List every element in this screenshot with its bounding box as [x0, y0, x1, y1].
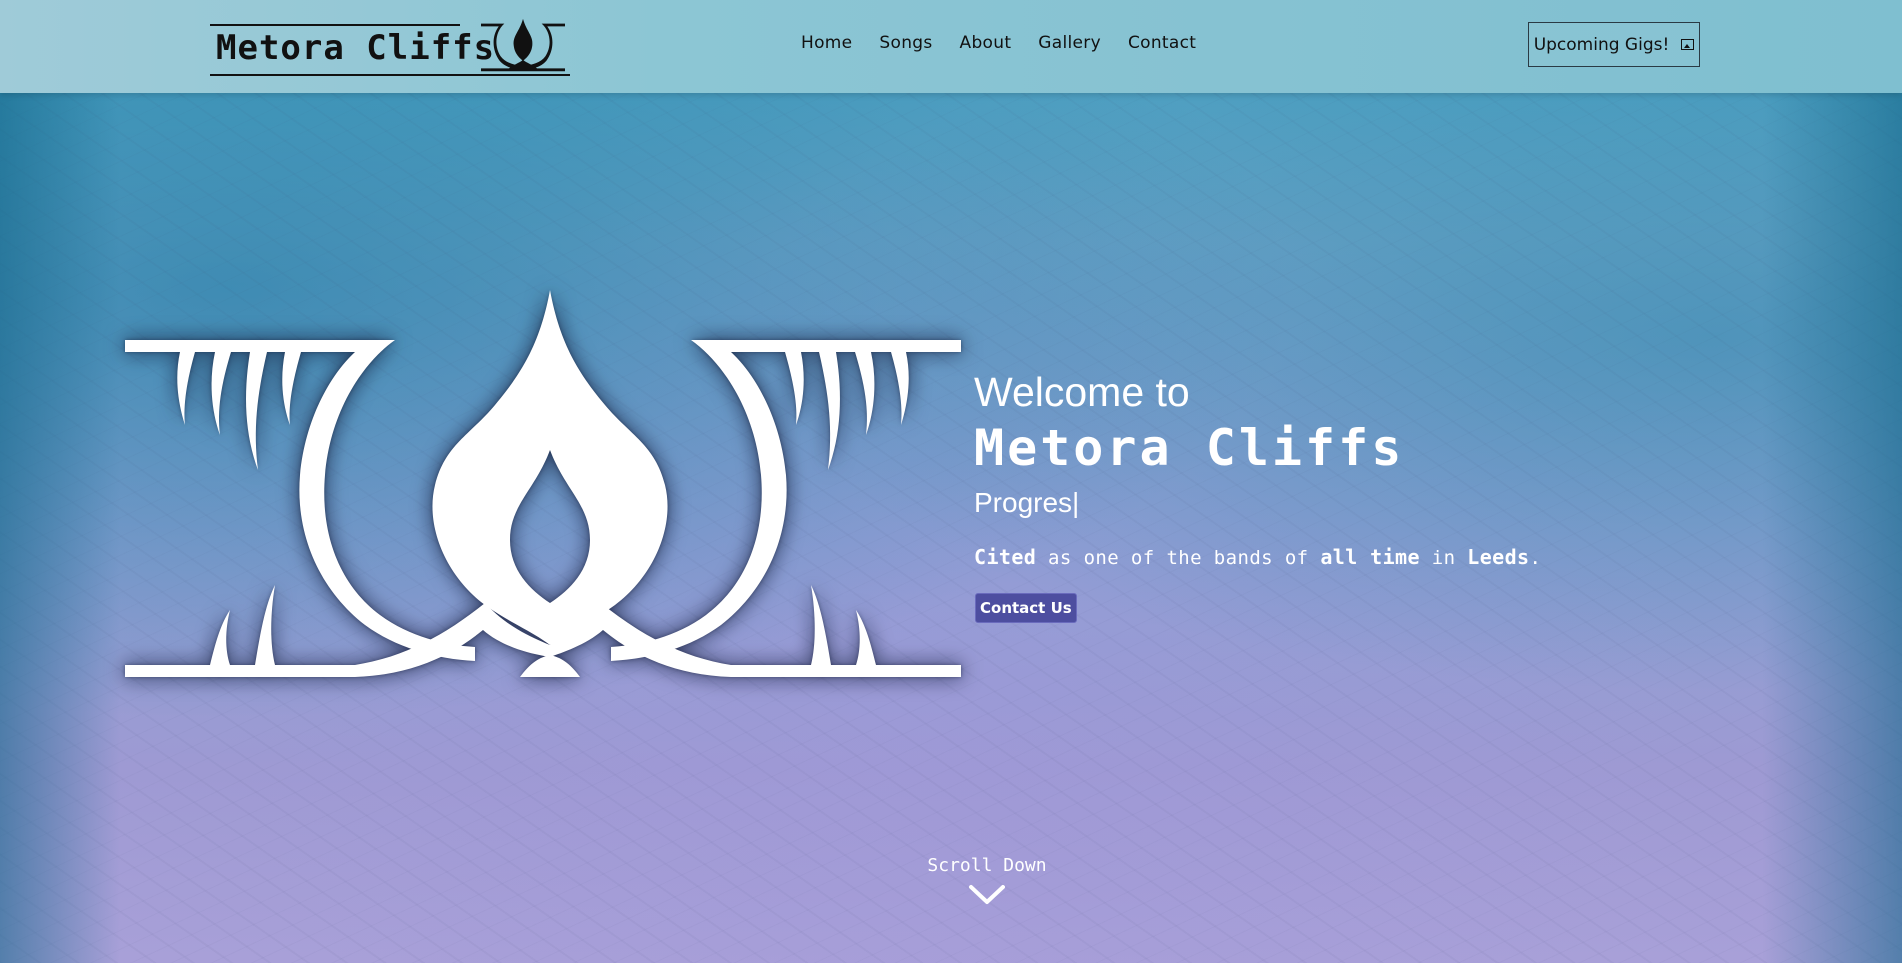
band-name-heading: Metora Cliffs — [974, 419, 1405, 477]
contact-us-button[interactable]: Contact Us — [975, 593, 1077, 623]
nav-about[interactable]: About — [960, 33, 1012, 53]
background-vignette-right — [1762, 0, 1902, 963]
typing-cursor: | — [1072, 487, 1080, 518]
navbar: Metora Cliffs Home Songs About Gallery C… — [0, 0, 1902, 93]
tagline-text: . — [1529, 547, 1542, 569]
tagline: Cited as one of the bands of all time in… — [974, 545, 1541, 569]
tagline-word: all time — [1320, 545, 1420, 569]
brand-logo[interactable]: Metora Cliffs — [210, 18, 570, 76]
tagline-text: in — [1419, 547, 1468, 569]
upcoming-gigs-button[interactable]: Upcoming Gigs! — [1528, 22, 1700, 67]
chevron-down-icon[interactable] — [968, 884, 1006, 906]
brand-name: Metora Cliffs — [216, 28, 496, 68]
tagline-word: Leeds — [1467, 545, 1530, 569]
external-link-icon — [1681, 39, 1695, 50]
tagline-text: as one of the bands of — [1036, 547, 1321, 569]
hero-emblem-icon — [125, 290, 961, 677]
scroll-down-link[interactable]: Scroll Down — [927, 855, 1047, 906]
main-nav: Home Songs About Gallery Contact — [801, 33, 1223, 53]
band-emblem-icon — [481, 18, 565, 72]
tagline-word: Cited — [974, 545, 1037, 569]
brand-line — [210, 24, 460, 26]
nav-songs[interactable]: Songs — [879, 33, 932, 53]
typed-genre-text: Progres| — [974, 487, 1541, 519]
hero-text: Welcome to Metora Cliffs Progres| Cited … — [974, 372, 1541, 623]
nav-gallery[interactable]: Gallery — [1038, 33, 1101, 53]
background-vignette-left — [0, 0, 120, 963]
nav-home[interactable]: Home — [801, 33, 852, 53]
welcome-heading: Welcome to — [974, 369, 1190, 415]
scroll-down-label: Scroll Down — [927, 855, 1047, 876]
typed-text: Progres — [974, 487, 1073, 518]
upcoming-gigs-label: Upcoming Gigs! — [1533, 34, 1670, 55]
nav-contact[interactable]: Contact — [1128, 33, 1196, 53]
